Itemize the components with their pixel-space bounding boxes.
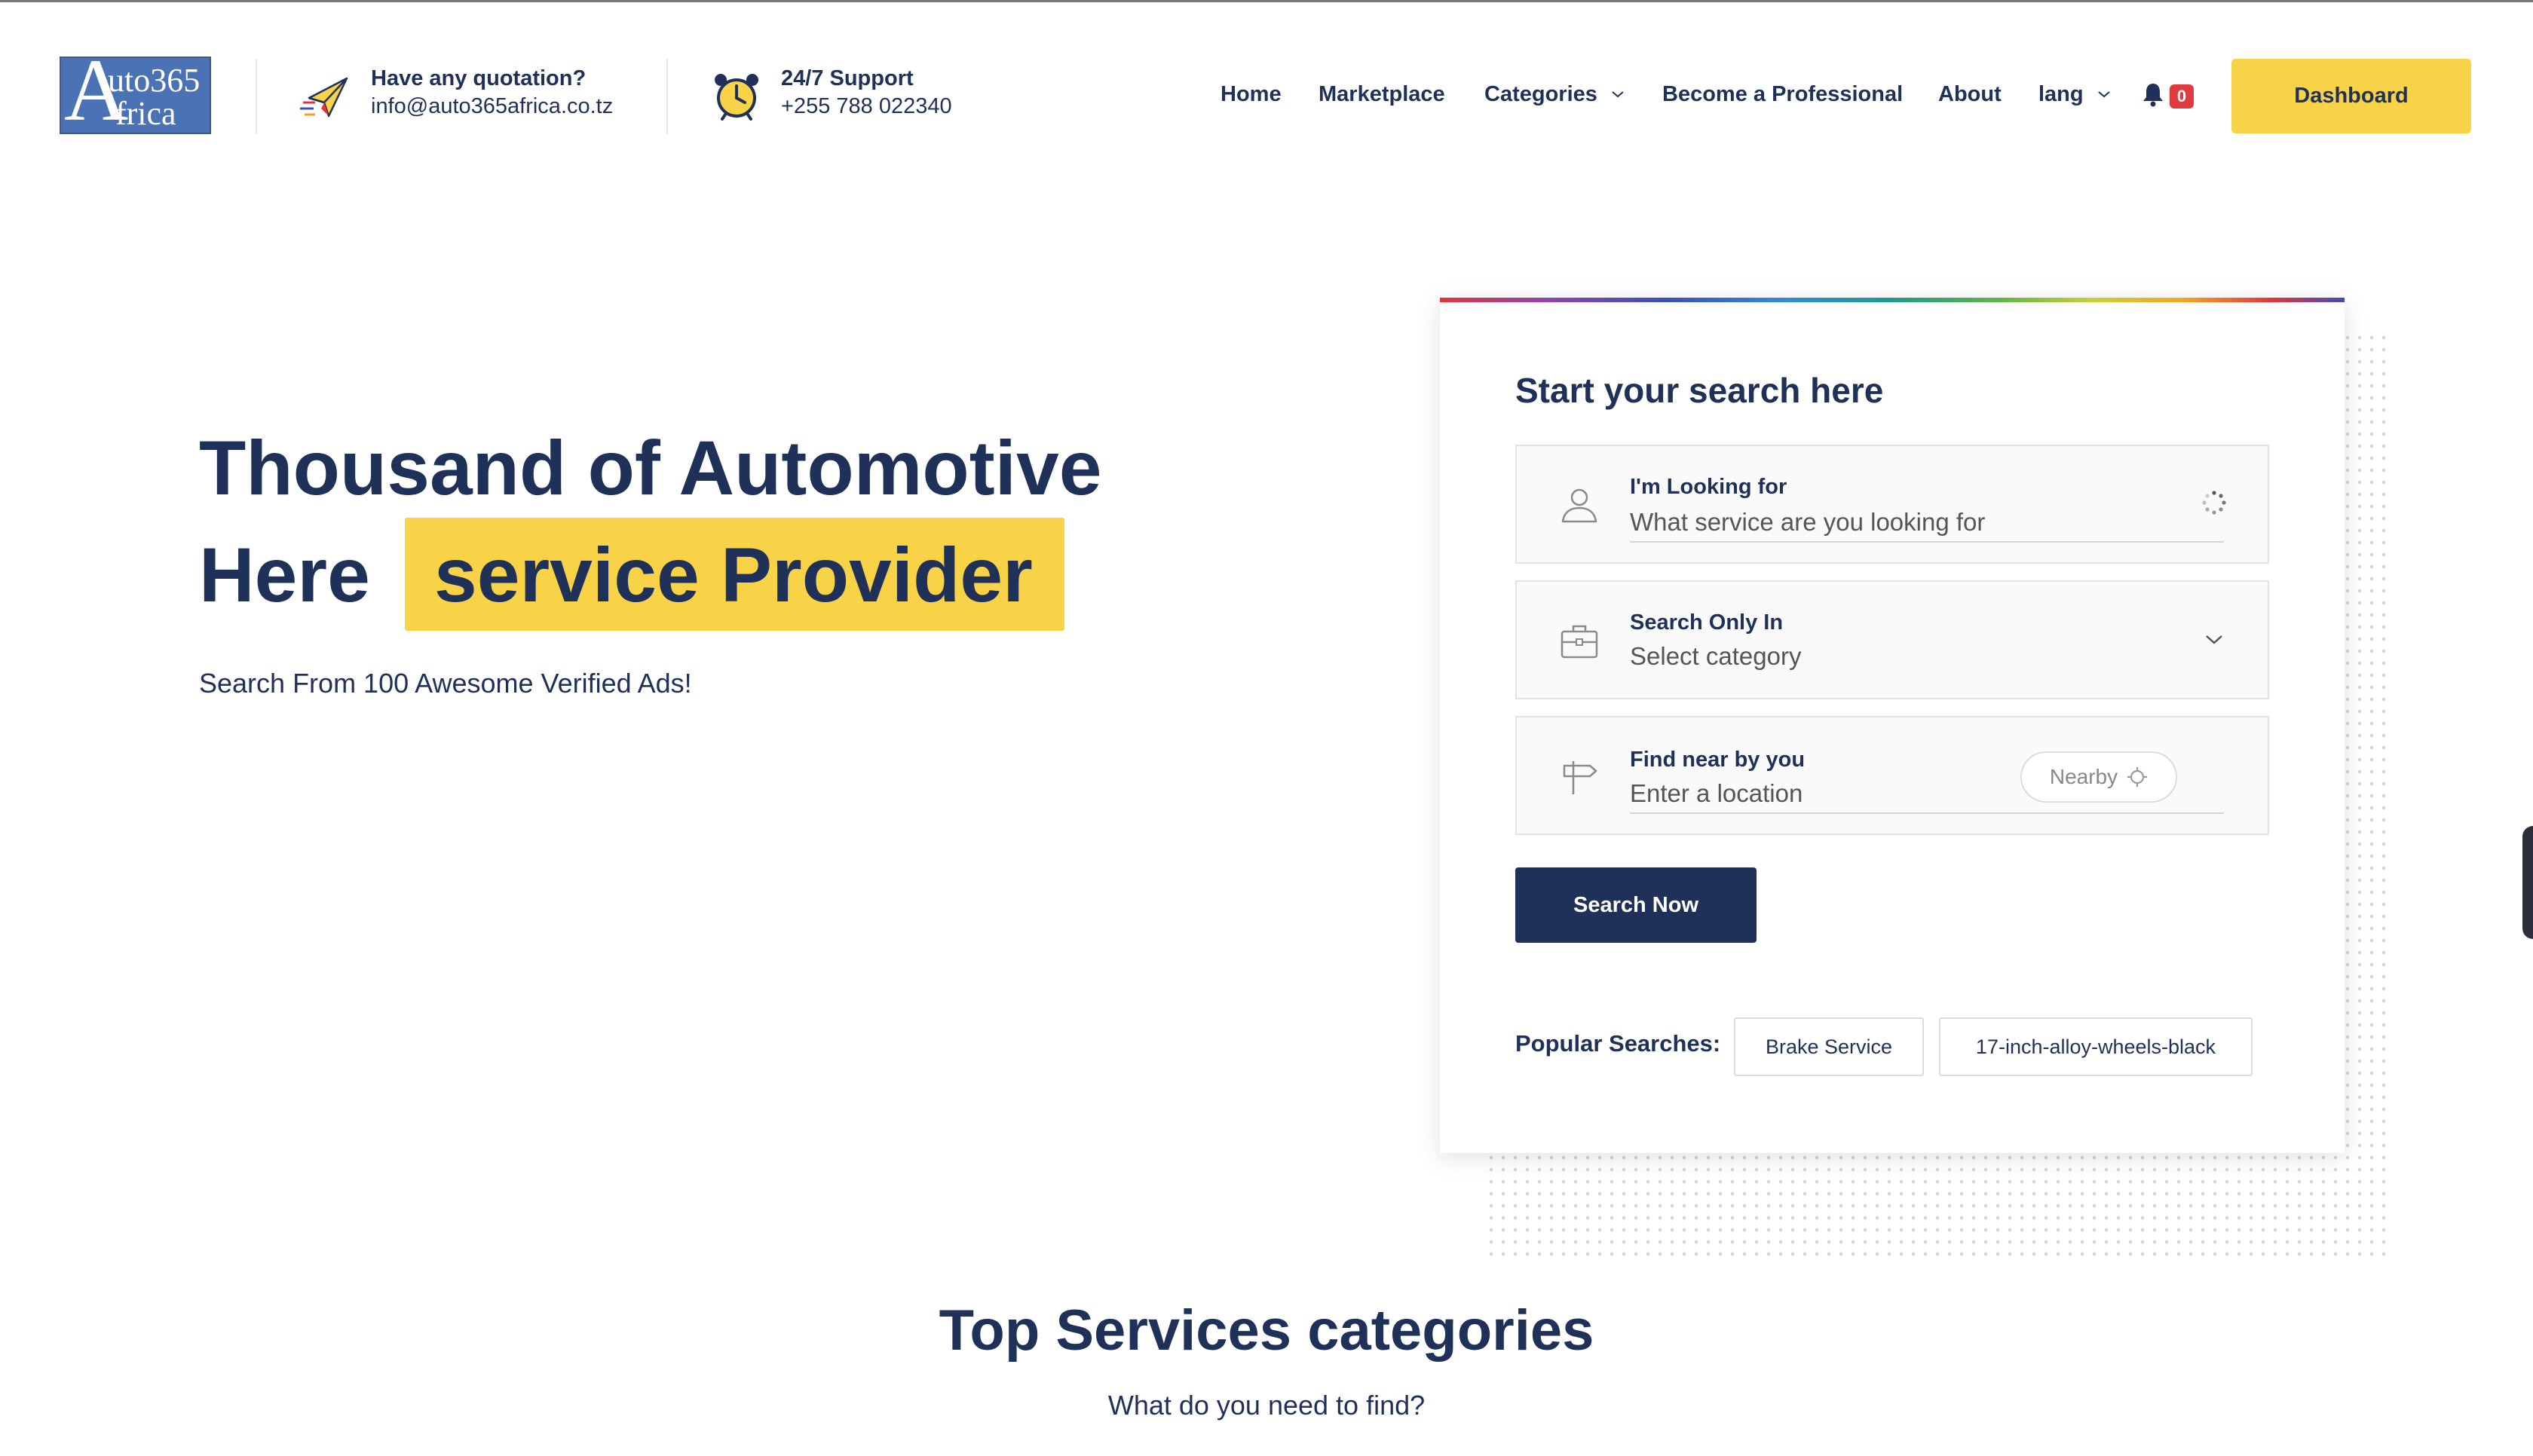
section-title: Top Services categories [939, 1298, 1594, 1363]
nav-home-label: Home [1221, 81, 1282, 106]
side-panel-tab[interactable] [2522, 826, 2533, 939]
looking-for-label: I'm Looking for [1630, 475, 1787, 499]
nav-marketplace[interactable]: Marketplace [1319, 79, 1445, 109]
crosshair-icon [2127, 767, 2148, 787]
notification-badge: 0 [2170, 84, 2194, 109]
find-near-field[interactable]: Find near by you Enter a location Nearby [1515, 716, 2269, 835]
category-select[interactable]: Select category [1630, 642, 1801, 671]
signpost-icon [1563, 761, 1597, 794]
popular-searches-label: Popular Searches: [1515, 1030, 1721, 1057]
search-now-button[interactable]: Search Now [1515, 867, 1757, 943]
nav-become-professional[interactable]: Become a Professional [1662, 79, 1903, 109]
popular-search-tag[interactable]: 17-inch-alloy-wheels-black [1939, 1017, 2253, 1076]
looking-for-field[interactable]: I'm Looking for What service are you loo… [1515, 445, 2269, 564]
dashboard-button[interactable]: Dashboard [2231, 59, 2471, 133]
hero-heading-prefix: Here [199, 532, 370, 618]
quotation-email[interactable]: info@auto365africa.co.tz [371, 94, 613, 119]
search-card: Start your search here I'm Looking for W… [1440, 298, 2345, 1153]
logo-line-1: uto365 [108, 62, 201, 99]
nav-categories[interactable]: Categories [1484, 79, 1625, 109]
nav-categories-label: Categories [1484, 81, 1597, 106]
nav-marketplace-label: Marketplace [1319, 81, 1445, 106]
site-logo[interactable]: A uto365 frica [60, 57, 211, 134]
chevron-down-icon [2206, 635, 2222, 644]
top-border [0, 0, 2533, 2]
paper-plane-icon [300, 77, 348, 118]
loading-spinner-icon [2202, 491, 2226, 515]
support-phone[interactable]: +255 788 022340 [781, 94, 952, 119]
chevron-down-icon [2097, 91, 2110, 98]
search-only-in-label: Search Only In [1630, 610, 1784, 635]
logo-line-2: frica [115, 95, 176, 132]
bell-icon[interactable] [2141, 81, 2165, 107]
chevron-down-icon [1612, 91, 1624, 98]
hero-heading-highlight: service Provider [434, 532, 1033, 618]
search-only-in-field[interactable]: Search Only In Select category [1515, 580, 2269, 699]
nav-become-professional-label: Become a Professional [1662, 81, 1904, 106]
user-icon [1561, 488, 1597, 523]
hero-heading-line-1: Thousand of Automotive [199, 425, 1102, 511]
quotation-title: Have any quotation? [371, 66, 587, 90]
alarm-clock-icon [715, 74, 758, 121]
popular-search-tag[interactable]: Brake Service [1734, 1017, 1924, 1076]
rainbow-border [1440, 298, 2345, 302]
looking-for-input[interactable]: What service are you looking for [1630, 508, 2224, 543]
find-near-label: Find near by you [1630, 748, 1806, 772]
hero-subtitle: Search From 100 Awesome Verified Ads! [199, 668, 692, 699]
support-title: 24/7 Support [781, 66, 914, 90]
header-divider [666, 59, 668, 134]
nav-about-label: About [1938, 81, 2002, 106]
nav-home[interactable]: Home [1221, 79, 1282, 109]
nearby-button[interactable]: Nearby [2020, 751, 2177, 803]
nav-lang[interactable]: lang [2038, 79, 2111, 109]
nav-lang-label: lang [2038, 81, 2084, 106]
briefcase-icon [1561, 625, 1598, 659]
nearby-label: Nearby [2049, 765, 2118, 788]
header-divider [256, 59, 257, 134]
nav-about[interactable]: About [1938, 79, 2002, 109]
section-subtitle: What do you need to find? [1107, 1390, 1426, 1421]
search-card-title: Start your search here [1515, 371, 1884, 410]
